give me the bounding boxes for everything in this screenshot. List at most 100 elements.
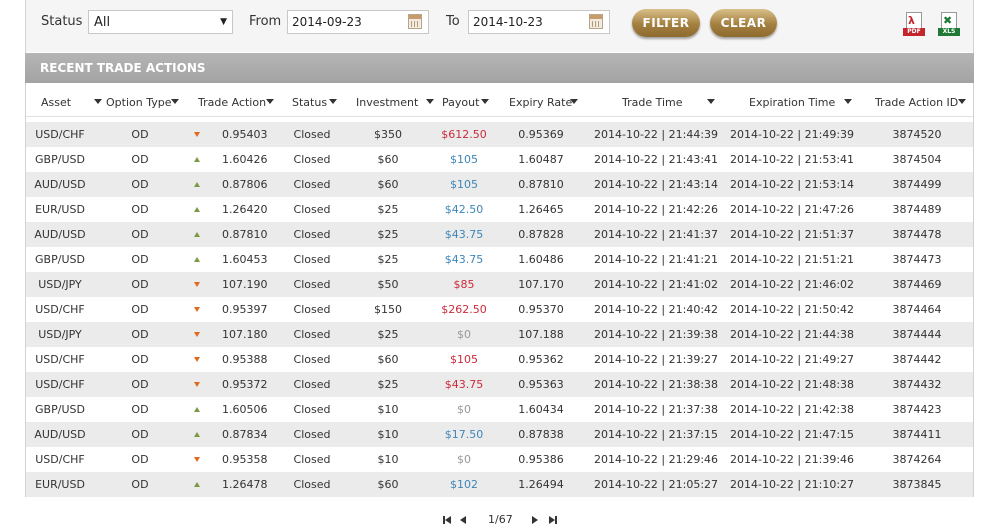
cell-expiry-rate: 1.60486 bbox=[518, 253, 564, 266]
table-row: AUD/USD OD 0.87834 Closed $10 $17.50 0.87838 20… bbox=[26, 422, 973, 447]
sort-arrow-icon bbox=[329, 99, 337, 104]
cell-expiry-rate: 1.26494 bbox=[518, 478, 564, 491]
cell-expiration-time: 2014-10-22 | 21:51:37 bbox=[730, 228, 855, 241]
cell-expiry-rate: 0.95369 bbox=[518, 128, 564, 141]
cell-option-type: OD bbox=[131, 353, 149, 366]
cell-expiry-rate: 0.87838 bbox=[518, 428, 564, 441]
cell-option-type: OD bbox=[131, 378, 149, 391]
column-header-trade-action-id[interactable]: Trade Action ID bbox=[875, 90, 966, 116]
table-row: USD/CHF OD 0.95397 Closed $150 $262.50 0.95370… bbox=[26, 297, 973, 322]
cell-expiry-rate: 0.87810 bbox=[518, 178, 564, 191]
table-row: USD/CHF OD 0.95372 Closed $25 $43.75 0.95363 20… bbox=[26, 372, 973, 397]
column-header-trade-time[interactable]: Trade Time bbox=[622, 90, 715, 116]
cell-option-type: OD bbox=[131, 328, 149, 341]
cell-option-type: OD bbox=[131, 403, 149, 416]
pdf-export-icon[interactable]: λ PDF bbox=[903, 12, 925, 36]
cell-trade-time: 2014-10-22 | 21:41:37 bbox=[594, 228, 719, 241]
cell-trade-action-id: 3874469 bbox=[892, 278, 942, 291]
cell-trade-action-id: 3874423 bbox=[892, 403, 942, 416]
cell-expiry-rate: 0.95363 bbox=[518, 378, 564, 391]
column-header-trade-action[interactable]: Trade Action bbox=[198, 90, 274, 116]
column-header-status[interactable]: Status bbox=[292, 90, 337, 116]
status-label: Status bbox=[41, 14, 83, 29]
filter-button[interactable]: FILTER bbox=[632, 9, 700, 37]
column-header-expiration-time[interactable]: Expiration Time bbox=[749, 90, 852, 116]
cell-trade-action-id: 3874442 bbox=[892, 353, 942, 366]
table-row: GBP/USD OD 1.60426 Closed $60 $105 1.60487 2014… bbox=[26, 147, 973, 172]
status-select-value: All bbox=[94, 15, 111, 30]
column-header-asset[interactable]: Asset bbox=[41, 90, 102, 116]
section-title: RECENT TRADE ACTIONS bbox=[25, 53, 974, 83]
cell-trade-time: 2014-10-22 | 21:42:26 bbox=[594, 203, 719, 216]
cell-trade-action-id: 3874473 bbox=[892, 253, 942, 266]
column-header-payout[interactable]: Payout bbox=[442, 90, 489, 116]
column-header-expiry-rate[interactable]: Expiry Rate bbox=[509, 90, 578, 116]
sort-arrow-icon bbox=[426, 99, 434, 104]
status-select[interactable]: All ▼ bbox=[88, 10, 233, 34]
table-row: USD/CHF OD 0.95358 Closed $10 $0 0.95386 2014-1… bbox=[26, 447, 973, 472]
cell-option-type: OD bbox=[131, 203, 149, 216]
calendar-icon[interactable] bbox=[589, 14, 603, 29]
from-date-input[interactable]: 2014-09-23 bbox=[287, 10, 429, 34]
table-row: USD/JPY OD 107.190 Closed $50 $85 107.170 2014-… bbox=[26, 272, 973, 297]
column-header-option-type[interactable]: Option Type bbox=[106, 90, 179, 116]
cell-expiration-time: 2014-10-22 | 21:47:26 bbox=[730, 203, 855, 216]
to-date-value: 2014-10-23 bbox=[473, 15, 543, 29]
cell-trade-action-id: 3873845 bbox=[892, 478, 942, 491]
table-row: GBP/USD OD 1.60453 Closed $25 $43.75 1.60486 20… bbox=[26, 247, 973, 272]
sort-arrow-icon bbox=[570, 99, 578, 104]
cell-option-type: OD bbox=[131, 453, 149, 466]
cell-expiration-time: 2014-10-22 | 21:49:39 bbox=[730, 128, 855, 141]
to-label: To bbox=[446, 14, 460, 29]
cell-trade-action-id: 3874489 bbox=[892, 203, 942, 216]
cell-expiry-rate: 0.95386 bbox=[518, 453, 564, 466]
cell-expiry-rate: 107.188 bbox=[518, 328, 564, 341]
table-row: AUD/USD OD 0.87810 Closed $25 $43.75 0.87828 20… bbox=[26, 222, 973, 247]
table-row: GBP/USD OD 1.60506 Closed $10 $0 1.60434 2014-1… bbox=[26, 397, 973, 422]
cell-trade-action-id: 3874478 bbox=[892, 228, 942, 241]
previous-page-icon[interactable] bbox=[459, 512, 467, 528]
pagination: 1/67 bbox=[0, 512, 1001, 528]
cell-option-type: OD bbox=[131, 303, 149, 316]
table-row: USD/CHF OD 0.95403 Closed $350 $612.50 0.95369… bbox=[26, 122, 973, 147]
table-row: EUR/USD OD 1.26420 Closed $25 $42.50 1.26465 20… bbox=[26, 197, 973, 222]
cell-expiry-rate: 1.60434 bbox=[518, 403, 564, 416]
cell-option-type: OD bbox=[131, 428, 149, 441]
cell-expiry-rate: 0.95370 bbox=[518, 303, 564, 316]
cell-expiration-time: 2014-10-22 | 21:51:21 bbox=[730, 253, 855, 266]
clear-button[interactable]: CLEAR bbox=[710, 9, 777, 37]
cell-trade-time: 2014-10-22 | 21:39:27 bbox=[594, 353, 719, 366]
cell-expiration-time: 2014-10-22 | 21:42:38 bbox=[730, 403, 855, 416]
table-row: AUD/USD OD 0.87806 Closed $60 $105 0.87810 2014… bbox=[26, 172, 973, 197]
sort-arrow-icon bbox=[844, 99, 852, 104]
cell-option-type: OD bbox=[131, 178, 149, 191]
cell-trade-action-id: 3874464 bbox=[892, 303, 942, 316]
first-page-icon[interactable] bbox=[443, 512, 453, 528]
cell-option-type: OD bbox=[131, 153, 149, 166]
cell-expiration-time: 2014-10-22 | 21:50:42 bbox=[730, 303, 855, 316]
cell-expiration-time: 2014-10-22 | 21:49:27 bbox=[730, 353, 855, 366]
cell-trade-time: 2014-10-22 | 21:43:14 bbox=[594, 178, 719, 191]
cell-expiration-time: 2014-10-22 | 21:53:14 bbox=[730, 178, 855, 191]
cell-expiration-time: 2014-10-22 | 21:44:38 bbox=[730, 328, 855, 341]
cell-trade-time: 2014-10-22 | 21:44:39 bbox=[594, 128, 719, 141]
xls-export-icon[interactable]: ✖ XLS bbox=[938, 12, 960, 36]
cell-trade-time: 2014-10-22 | 21:39:38 bbox=[594, 328, 719, 341]
to-date-input[interactable]: 2014-10-23 bbox=[468, 10, 610, 34]
cell-expiration-time: 2014-10-22 | 21:10:27 bbox=[730, 478, 855, 491]
table-row: USD/JPY OD 107.180 Closed $25 $0 107.188 2014-1… bbox=[26, 322, 973, 347]
from-date-value: 2014-09-23 bbox=[292, 15, 362, 29]
last-page-icon[interactable] bbox=[549, 512, 559, 528]
cell-expiration-time: 2014-10-22 | 21:48:38 bbox=[730, 378, 855, 391]
cell-trade-time: 2014-10-22 | 21:43:41 bbox=[594, 153, 719, 166]
cell-trade-action-id: 3874411 bbox=[892, 428, 942, 441]
sort-arrow-icon bbox=[707, 99, 715, 104]
column-header-investment[interactable]: Investment bbox=[356, 90, 434, 116]
sort-arrow-icon bbox=[266, 99, 274, 104]
cell-trade-action-id: 3874520 bbox=[892, 128, 942, 141]
sort-arrow-icon bbox=[171, 99, 179, 104]
calendar-icon[interactable] bbox=[408, 14, 422, 29]
cell-trade-action-id: 3874432 bbox=[892, 378, 942, 391]
next-page-icon[interactable] bbox=[531, 512, 539, 528]
cell-option-type: OD bbox=[131, 278, 149, 291]
